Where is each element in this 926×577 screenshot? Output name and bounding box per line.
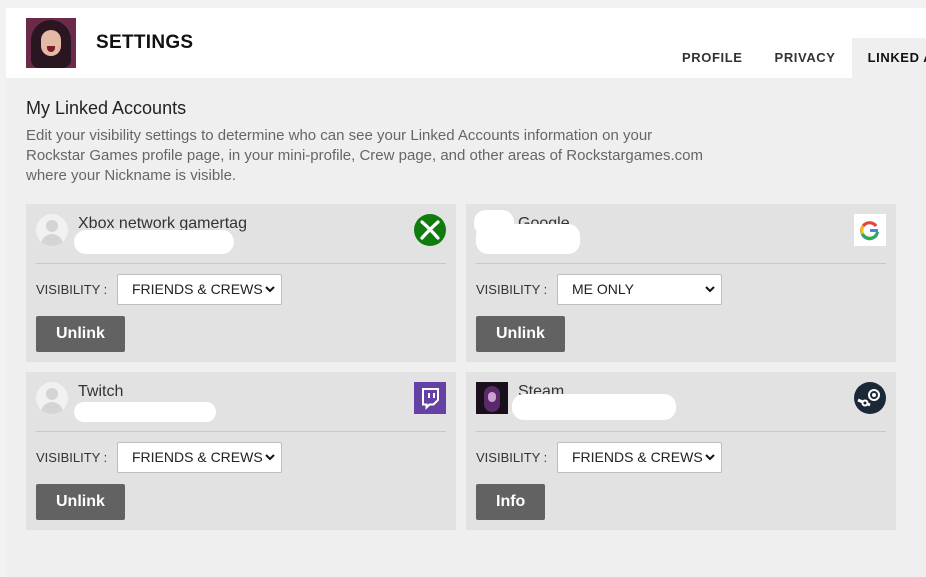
settings-page: SETTINGS PROFILE PRIVACY LINKED A My Lin… bbox=[6, 8, 926, 577]
chevron-down-icon bbox=[265, 286, 275, 293]
unlink-button[interactable]: Unlink bbox=[36, 484, 125, 520]
default-user-icon bbox=[36, 382, 68, 414]
linked-account-card-steam: Steam VISIBILITY : FRIENDS & CREWS Info bbox=[466, 372, 896, 530]
visibility-label: VISIBILITY : bbox=[476, 450, 548, 465]
visibility-value: FRIENDS & CREWS bbox=[572, 449, 703, 465]
profile-avatar[interactable] bbox=[26, 18, 76, 68]
section-description: Edit your visibility settings to determi… bbox=[26, 127, 703, 184]
visibility-select[interactable]: FRIENDS & CREWS bbox=[117, 274, 282, 305]
visibility-value: ME ONLY bbox=[572, 281, 634, 297]
card-divider bbox=[36, 431, 446, 432]
twitch-icon bbox=[414, 382, 446, 414]
steam-avatar bbox=[476, 382, 508, 414]
page-title: SETTINGS bbox=[96, 32, 194, 53]
linked-account-card-twitch: Twitch VISIBILITY : FRIENDS & CREWS Unli… bbox=[26, 372, 456, 530]
visibility-label: VISIBILITY : bbox=[476, 282, 548, 297]
chevron-down-icon bbox=[705, 454, 715, 461]
google-icon bbox=[854, 214, 886, 246]
visibility-label: VISIBILITY : bbox=[36, 450, 108, 465]
tab-privacy[interactable]: PRIVACY bbox=[759, 38, 852, 78]
linked-account-card-google: Google VISIBILITY : ME ONLY Unlink bbox=[466, 204, 896, 362]
redacted-username bbox=[512, 394, 676, 420]
chevron-down-icon bbox=[265, 454, 275, 461]
tab-profile[interactable]: PROFILE bbox=[666, 38, 759, 78]
card-divider bbox=[476, 263, 886, 264]
info-button[interactable]: Info bbox=[476, 484, 546, 520]
account-name: Twitch bbox=[78, 383, 124, 400]
header: SETTINGS PROFILE PRIVACY LINKED A bbox=[6, 8, 926, 78]
visibility-select[interactable]: FRIENDS & CREWS bbox=[117, 442, 282, 473]
visibility-value: FRIENDS & CREWS bbox=[132, 281, 263, 297]
visibility-value: FRIENDS & CREWS bbox=[132, 449, 263, 465]
unlink-button[interactable]: Unlink bbox=[36, 316, 125, 352]
steam-icon bbox=[854, 382, 886, 414]
unlink-button[interactable]: Unlink bbox=[476, 316, 565, 352]
default-user-icon bbox=[36, 214, 68, 246]
redacted-email bbox=[476, 224, 580, 254]
visibility-select[interactable]: FRIENDS & CREWS bbox=[557, 442, 722, 473]
settings-tabs: PROFILE PRIVACY LINKED A bbox=[666, 38, 926, 78]
visibility-select[interactable]: ME ONLY bbox=[557, 274, 722, 305]
chevron-down-icon bbox=[705, 286, 715, 293]
xbox-icon bbox=[414, 214, 446, 246]
linked-account-card-xbox: Xbox network gamertag VISIBILITY : FRIEN… bbox=[26, 204, 456, 362]
redacted-username bbox=[74, 402, 216, 422]
redacted-gamertag bbox=[74, 230, 234, 254]
card-divider bbox=[36, 263, 446, 264]
card-divider bbox=[476, 431, 886, 432]
section-title: My Linked Accounts bbox=[26, 98, 187, 118]
visibility-label: VISIBILITY : bbox=[36, 282, 108, 297]
tab-linked-accounts[interactable]: LINKED A bbox=[851, 38, 926, 78]
